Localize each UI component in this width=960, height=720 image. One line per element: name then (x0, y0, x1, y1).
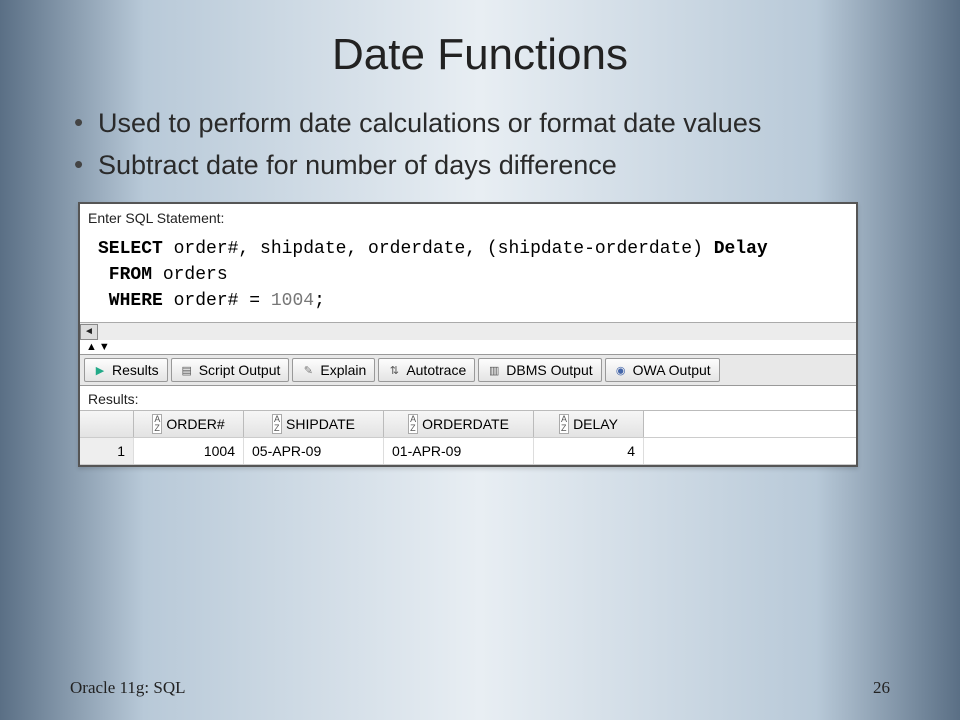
sql-editor[interactable]: SELECT order#, shipdate, orderdate, (shi… (80, 230, 856, 322)
autotrace-icon: ⇅ (387, 363, 401, 377)
column-header[interactable]: AZORDER# (134, 411, 244, 437)
column-header[interactable]: AZDELAY (534, 411, 644, 437)
tab-label: Autotrace (406, 362, 466, 378)
triangle-up-icon: ▲ (86, 342, 97, 353)
bullet-list: Used to perform date calculations or for… (70, 105, 890, 184)
row-number-header (80, 411, 134, 437)
sort-icon: AZ (152, 414, 162, 434)
cell-shipdate: 05-APR-09 (244, 438, 384, 464)
play-icon: ▶ (93, 363, 107, 377)
explain-icon: ✎ (301, 363, 315, 377)
cell-orderdate: 01-APR-09 (384, 438, 534, 464)
row-number-cell: 1 (80, 438, 134, 464)
sql-text: order#, shipdate, orderdate, (shipdate-o… (163, 239, 714, 259)
sql-text: order# = (163, 291, 271, 311)
column-label: DELAY (573, 416, 618, 432)
tab-label: Script Output (199, 362, 281, 378)
dbms-icon: ▥ (487, 363, 501, 377)
sql-keyword: WHERE (98, 291, 163, 311)
sql-literal: 1004 (271, 291, 314, 311)
horizontal-scrollbar[interactable]: ◄ (80, 322, 856, 340)
sql-alias: Delay (714, 239, 768, 259)
sql-panel: Enter SQL Statement: SELECT order#, ship… (78, 202, 858, 467)
results-label: Results: (80, 386, 856, 410)
tab-dbms-output[interactable]: ▥ DBMS Output (478, 358, 601, 382)
tab-label: OWA Output (633, 362, 711, 378)
tab-explain[interactable]: ✎ Explain (292, 358, 375, 382)
column-label: ORDERDATE (422, 416, 509, 432)
document-icon: ▤ (180, 363, 194, 377)
sql-prompt-label: Enter SQL Statement: (80, 204, 856, 230)
slide-footer: Oracle 11g: SQL 26 (70, 678, 890, 698)
column-header[interactable]: AZORDERDATE (384, 411, 534, 437)
tab-label: DBMS Output (506, 362, 592, 378)
sql-keyword: FROM (98, 265, 152, 285)
globe-icon: ◉ (614, 363, 628, 377)
scroll-left-button[interactable]: ◄ (80, 324, 98, 340)
sort-icon: AZ (272, 414, 282, 434)
bullet-item: Used to perform date calculations or for… (70, 105, 890, 141)
sql-text: ; (314, 291, 325, 311)
tab-results[interactable]: ▶ Results (84, 358, 168, 382)
sql-keyword: SELECT (98, 239, 163, 259)
column-label: ORDER# (166, 416, 224, 432)
tab-script-output[interactable]: ▤ Script Output (171, 358, 290, 382)
column-header[interactable]: AZSHIPDATE (244, 411, 384, 437)
bullet-item: Subtract date for number of days differe… (70, 147, 890, 183)
results-grid: AZORDER# AZSHIPDATE AZORDERDATE AZDELAY … (80, 410, 856, 465)
triangle-down-icon: ▼ (99, 342, 110, 353)
tab-label: Results (112, 362, 159, 378)
table-row[interactable]: 1 1004 05-APR-09 01-APR-09 4 (80, 438, 856, 465)
footer-left: Oracle 11g: SQL (70, 678, 186, 698)
footer-page-number: 26 (873, 678, 890, 698)
tab-autotrace[interactable]: ⇅ Autotrace (378, 358, 475, 382)
tab-label: Explain (320, 362, 366, 378)
slide: Date Functions Used to perform date calc… (0, 0, 960, 720)
column-label: SHIPDATE (286, 416, 355, 432)
grid-header-row: AZORDER# AZSHIPDATE AZORDERDATE AZDELAY (80, 411, 856, 438)
tab-owa-output[interactable]: ◉ OWA Output (605, 358, 720, 382)
sort-icon: AZ (559, 414, 569, 434)
page-title: Date Functions (70, 30, 890, 80)
splitter-handle[interactable]: ▲▼ (80, 340, 856, 354)
result-tabs: ▶ Results ▤ Script Output ✎ Explain ⇅ Au… (80, 354, 856, 386)
sql-text: orders (152, 265, 228, 285)
cell-order: 1004 (134, 438, 244, 464)
sort-icon: AZ (408, 414, 418, 434)
cell-delay: 4 (534, 438, 644, 464)
